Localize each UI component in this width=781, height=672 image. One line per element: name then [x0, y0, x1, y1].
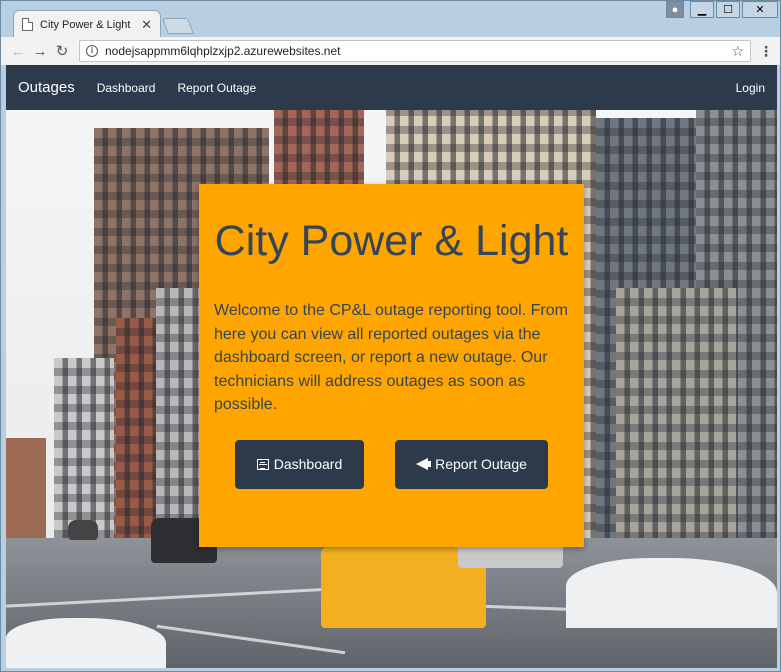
browser-tab[interactable]: City Power & Light ✕	[13, 10, 161, 38]
building	[6, 438, 46, 548]
new-tab-button[interactable]	[162, 18, 194, 34]
browser-window: City Power & Light ✕ ● ▁ ☐ ✕ ← → ↻ i nod…	[0, 0, 781, 672]
maximize-button[interactable]: ☐	[716, 1, 740, 18]
dashboard-button[interactable]: Dashboard	[235, 439, 364, 489]
list-icon	[256, 458, 269, 470]
report-outage-button-label: Report Outage	[435, 456, 527, 472]
welcome-jumbotron: City Power & Light Welcome to the CP&L o…	[199, 184, 584, 547]
tab-strip: City Power & Light ✕ ● ▁ ☐ ✕	[1, 1, 780, 38]
jumbotron-actions: Dashboard Report Outage	[214, 439, 569, 489]
nav-link-dashboard[interactable]: Dashboard	[97, 81, 156, 95]
brand-link[interactable]: Outages	[18, 79, 75, 96]
welcome-text: Welcome to the CP&L outage reporting too…	[214, 302, 568, 413]
car	[68, 520, 98, 540]
close-window-button[interactable]: ✕	[742, 1, 778, 18]
tab-title: City Power & Light	[40, 18, 131, 31]
close-tab-icon[interactable]: ✕	[141, 17, 152, 33]
lane-marking	[6, 587, 336, 608]
site-navbar: Outages Dashboard Report Outage Login	[6, 65, 777, 110]
url-text: nodejsappmm6lqhplzxjp2.azurewebsites.net	[105, 44, 341, 58]
window-controls: ● ▁ ☐ ✕	[666, 1, 778, 18]
building	[616, 288, 736, 548]
report-outage-button[interactable]: Report Outage	[395, 439, 548, 489]
page-viewport: Outages Dashboard Report Outage Login Ci…	[6, 65, 777, 668]
snow-pile	[566, 558, 777, 628]
forward-arrow-icon[interactable]: →	[29, 40, 51, 62]
address-bar[interactable]: i nodejsappmm6lqhplzxjp2.azurewebsites.n…	[79, 40, 751, 62]
info-icon[interactable]: i	[86, 45, 98, 57]
reload-icon[interactable]: ↻	[51, 40, 73, 62]
minimize-button[interactable]: ▁	[690, 1, 714, 18]
browser-menu-icon[interactable]: ⋮	[759, 43, 773, 60]
megaphone-icon	[416, 458, 432, 470]
browser-toolbar: ← → ↻ i nodejsappmm6lqhplzxjp2.azurewebs…	[1, 37, 780, 65]
page-title: City Power & Light	[214, 217, 569, 265]
lane-marking	[156, 624, 346, 655]
bookmark-star-icon[interactable]: ☆	[731, 43, 744, 60]
page-icon	[22, 18, 33, 31]
dashboard-button-label: Dashboard	[273, 456, 343, 472]
user-icon[interactable]: ●	[666, 1, 684, 18]
snow-pile	[6, 618, 166, 668]
login-link[interactable]: Login	[736, 81, 765, 95]
back-arrow-icon[interactable]: ←	[7, 40, 29, 62]
nav-link-report-outage[interactable]: Report Outage	[177, 81, 256, 95]
